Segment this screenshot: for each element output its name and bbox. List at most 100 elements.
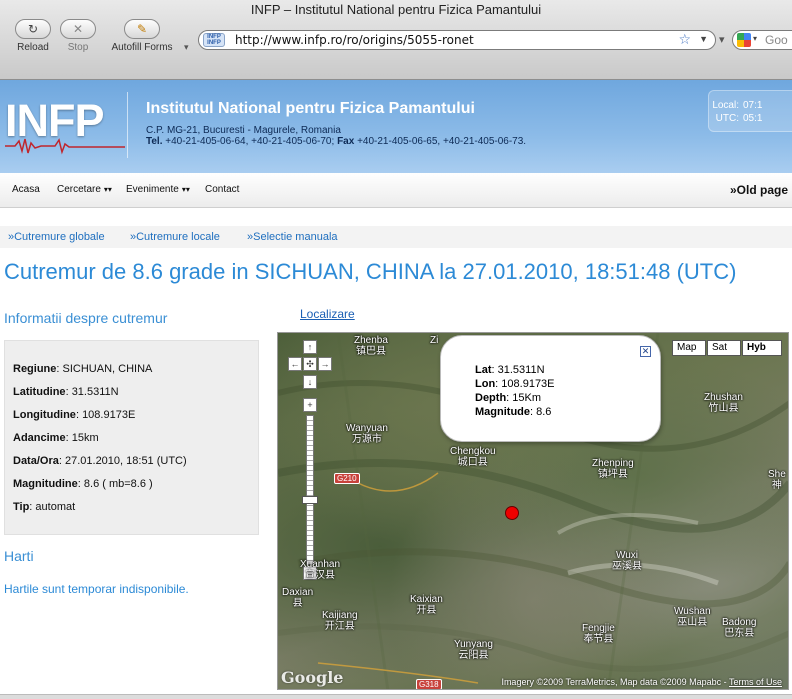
menu-item-cercetare[interactable]: Cercetare ▾▾ [57,184,112,195]
submenu-icon: ▾▾ [181,185,190,194]
epicenter-info-popup: ✕ Lat: 31.5311N Lon: 108.9173E Depth: 15… [440,335,661,442]
reload-button[interactable]: ↻ [15,19,51,39]
map-place-label: Zhushan 竹山县 [704,392,743,414]
window-title: INFP – Institutul National pentru Fizica… [250,2,542,17]
pan-center-icon[interactable]: ✣ [303,357,317,371]
menu-item-label: Acasa [12,184,40,195]
info-heading: Informatii despre cutremur [4,310,168,326]
map-place-label: Xuanhan 宣汉县 [300,559,341,581]
maps-heading: Harti [4,548,34,564]
search-input[interactable]: Goo [765,33,788,47]
info-row-magnitudine: Magnitudine: 8.6 ( mb=8.6 ) [13,478,153,490]
map-place-label: Kaixian 开县 [410,594,443,616]
page-bottom-edge [0,694,792,699]
link-cutremure-locale[interactable]: »Cutremure locale [130,231,220,243]
popup-row-magnitude: Magnitude: 8.6 [475,406,552,418]
info-label: Magnitudine [13,478,78,490]
popup-row-depth: Depth: 15Km [475,392,542,404]
terms-of-use-link[interactable]: Terms of Use [729,677,782,687]
zoom-slider-handle[interactable] [302,496,318,504]
map-place-label: Wuxi 巫溪县 [612,550,642,572]
infp-logo[interactable]: INFP [5,95,125,155]
address-bar[interactable]: INFP INFP http://www.infp.ro/ro/origins/5… [198,30,716,50]
maps-unavailable-text: Hartile sunt temporar indisponibile. [4,582,189,596]
pan-down-icon[interactable]: ↓ [303,375,317,389]
epicenter-marker[interactable] [505,506,519,520]
info-label: Data/Ora [13,455,59,467]
autofill-icon: ✎ [136,22,148,36]
autofill-dropdown-icon[interactable]: ▾ [184,42,189,53]
menu-item-acasa[interactable]: Acasa [12,184,40,195]
sub-navigation: »Cutremure globale »Cutremure locale »Se… [0,226,792,248]
url-input[interactable]: http://www.infp.ro/ro/origins/5055-ronet [235,33,474,47]
close-icon[interactable]: ✕ [640,346,651,357]
google-logo[interactable]: Google [281,668,343,687]
submenu-icon: ▾▾ [103,185,112,194]
zoom-slider[interactable] [306,415,314,565]
satellite-map[interactable]: Map Sat Hyb ↑ ← ✣ → ↓ + − Zhenba 镇巴县 Wany… [277,332,789,690]
info-value: SICHUAN, CHINA [62,363,153,375]
map-place-label: Zhenping 镇坪县 [592,458,634,480]
search-engine-dropdown-icon[interactable]: ▾ [753,34,757,43]
page-title: Cutremur de 8.6 grade in SICHUAN, CHINA … [4,259,737,284]
map-type-hyb-button[interactable]: Hyb [742,340,782,356]
site-header: INFP Institutul National pentru Fizica P… [0,80,792,173]
map-place-label: Zhenba 镇巴县 [354,335,388,357]
map-place-label: Daxian 县 [282,587,314,609]
header-divider [127,92,128,158]
google-icon [737,33,751,47]
map-place-label: Zi [430,335,439,346]
stop-button[interactable]: ✕ [60,19,96,39]
search-bar[interactable]: ▾ Goo [732,30,792,50]
url-menu-icon[interactable]: ▾ [719,33,725,46]
info-label: Longitudine [13,409,76,421]
fax-label: Fax [337,136,355,147]
menu-item-label: Cercetare [57,184,101,195]
road-badge: G210 [334,473,360,484]
browser-toolbar: INFP – Institutul National pentru Fizica… [0,0,792,80]
popup-row-lon: Lon: 108.9173E [475,378,555,390]
link-cutremure-globale[interactable]: »Cutremure globale [8,231,105,243]
autofill-label: Autofill Forms [111,42,173,53]
info-row-data-ora: Data/Ora: 27.01.2010, 18:51 (UTC) [13,455,187,467]
info-value: 8.6 ( mb=8.6 ) [83,478,153,490]
link-selectie-manuala[interactable]: »Selectie manuala [247,231,338,243]
autofill-button[interactable]: ✎ [124,19,160,39]
pan-right-icon[interactable]: → [318,357,332,371]
tel-label: Tel. [146,136,163,147]
institute-name: Institutul National pentru Fizica Pamant… [146,100,475,117]
info-label: Adancime [13,432,66,444]
clock-utc-value: 05:1 [743,113,763,124]
pan-left-icon[interactable]: ← [288,357,302,371]
map-place-label: Kaijiang 开江县 [322,610,358,632]
main-menu: Acasa Cercetare ▾▾ Evenimente ▾▾ Contact »… [0,173,792,208]
info-label: Latitudine [13,386,66,398]
zoom-in-icon[interactable]: + [303,398,317,412]
pan-up-icon[interactable]: ↑ [303,340,317,354]
info-value: 15km [71,432,99,444]
old-page-link[interactable]: »Old page [730,183,788,197]
reload-icon: ↻ [27,22,39,36]
info-row-latitudine: Latitudine: 31.5311N [13,386,119,398]
menu-item-contact[interactable]: Contact [205,184,239,195]
stop-icon: ✕ [72,22,84,36]
bookmark-star-icon[interactable]: ☆ [678,31,691,48]
road-badge: G318 [416,679,442,689]
info-label: Regiune [13,363,57,375]
info-row-longitudine: Longitudine: 108.9173E [13,409,136,421]
clock-panel: Local: 07:1 UTC: 05:1 [708,90,792,132]
map-type-map-button[interactable]: Map [672,340,706,356]
localizare-link[interactable]: Localizare [300,307,355,321]
info-value: 31.5311N [71,386,119,398]
map-place-label: She 神 [768,469,786,491]
seismogram-icon [5,138,125,155]
map-place-label: Badong 巴东县 [722,617,757,639]
url-dropdown-icon[interactable]: ▼ [699,34,708,44]
menu-item-evenimente[interactable]: Evenimente ▾▾ [126,184,190,195]
info-row-regiune: Regiune: SICHUAN, CHINA [13,363,153,375]
map-place-label: Chengkou 城口县 [450,446,496,468]
site-favicon-icon: INFP INFP [203,33,225,47]
stop-label: Stop [67,42,89,53]
menu-item-label: Evenimente [126,184,179,195]
map-type-sat-button[interactable]: Sat [707,340,741,356]
